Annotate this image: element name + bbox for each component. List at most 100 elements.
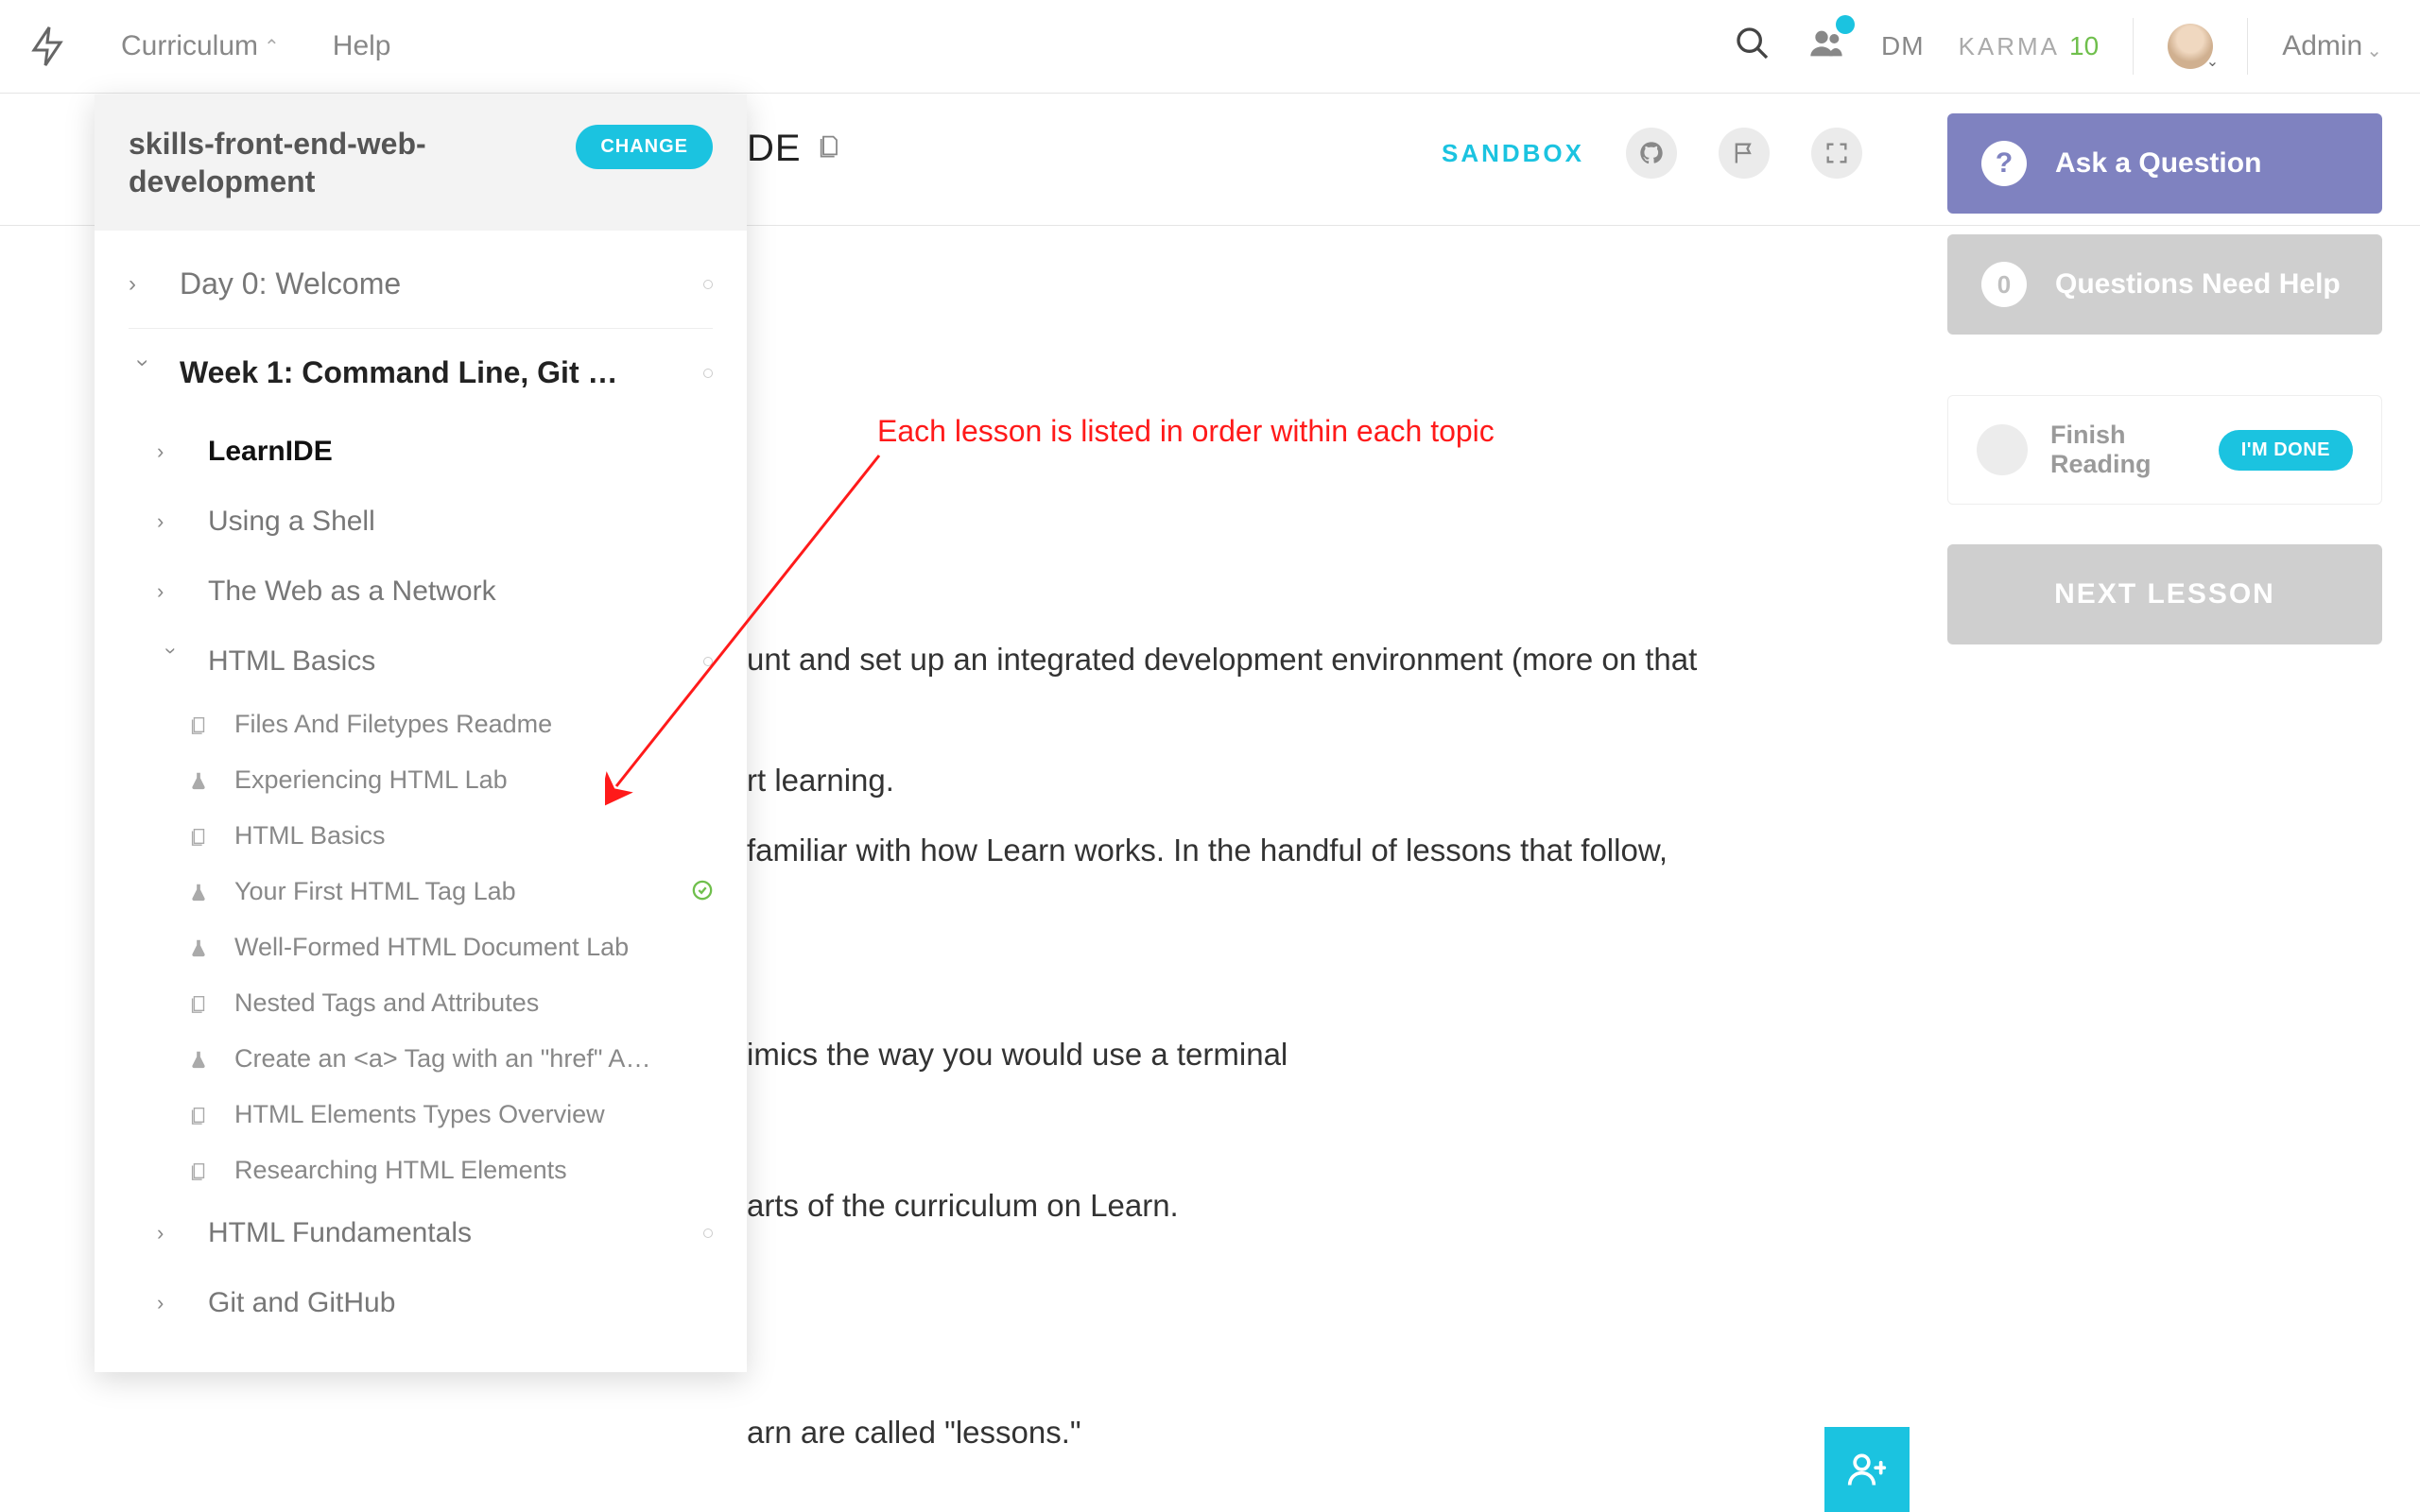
finish-reading-card: Finish Reading I'M DONE [1947,395,2382,505]
chevron-up-icon: ⌃ [264,35,280,59]
ask-label: Ask a Question [2055,147,2261,180]
topbar-right: DM KARMA 10 ⌄ Admin ⌄ [1734,18,2382,75]
flask-icon [185,1046,212,1073]
lesson-actions: SANDBOX [1442,128,1862,179]
flag-icon [1731,140,1757,166]
finish-text: Finish Reading [2050,421,2196,479]
flask-icon [185,879,212,905]
body-text: imics the way you would use a terminal [747,1030,1288,1080]
nav-help-label: Help [333,30,391,62]
nav-help[interactable]: Help [333,30,391,62]
flask-icon [185,767,212,794]
lesson-label: Files And Filetypes Readme [234,710,552,739]
check-icon [692,877,713,907]
annotation-arrow [605,437,908,815]
page-title: DE [747,128,802,170]
lesson-label: Create an <a> Tag with an "href" A… [234,1044,650,1074]
nav-links: Curriculum ⌃ Help [121,30,391,62]
topic-html-fundamentals[interactable]: › HTML Fundamentals [129,1198,713,1268]
chevron-right-icon: › [157,1291,185,1315]
nav-curriculum-label: Curriculum [121,30,258,62]
ask-question-button[interactable]: ? Ask a Question [1947,113,2382,214]
user-menu[interactable]: ⌄ [2168,24,2213,69]
expand-button[interactable] [1811,128,1862,179]
github-button[interactable] [1626,128,1677,179]
lesson-label: Your First HTML Tag Lab [234,877,516,906]
chat-button[interactable] [1824,1427,1910,1512]
book-icon [185,1102,212,1128]
lesson-item[interactable]: Well-Formed HTML Document Lab [129,919,713,975]
progress-circle [1977,424,2028,475]
chevron-right-icon: › [157,579,185,604]
divider [2247,18,2248,75]
lesson-item[interactable]: HTML Elements Types Overview [129,1087,713,1143]
flask-icon [185,935,212,961]
chevron-down-icon: ⌄ [2206,52,2219,71]
chevron-down-icon: › [159,647,183,676]
next-lesson-button[interactable]: NEXT LESSON [1947,544,2382,644]
section-week1[interactable]: › Week 1: Command Line, Git … [129,329,713,417]
progress-dot [703,280,713,289]
chevron-down-icon: ⌄ [2366,39,2382,62]
expand-icon [1824,140,1850,166]
chevron-right-icon: › [157,509,185,534]
panel-header: skills-front-end-web-development CHANGE [95,94,747,231]
topic-git-github[interactable]: › Git and GitHub [129,1268,713,1338]
nav-curriculum[interactable]: Curriculum ⌃ [121,30,280,62]
topbar: Curriculum ⌃ Help DM KARMA 10 ⌄ Admin ⌄ [0,0,2420,94]
body-text: arts of the curriculum on Learn. [747,1181,1179,1231]
help-count: 0 [1981,262,2027,307]
book-icon [817,132,843,165]
right-panel: ? Ask a Question 0 Questions Need Help F… [1947,113,2382,644]
track-title: skills-front-end-web-development [129,125,544,200]
logo[interactable] [0,0,95,94]
help-label: Questions Need Help [2055,268,2341,301]
section-day0[interactable]: › Day 0: Welcome [129,240,713,329]
section-label: Day 0: Welcome [180,266,401,301]
karma-value: 10 [2069,31,2099,61]
topic-label: Using a Shell [208,506,375,538]
chevron-right-icon: › [157,1221,185,1246]
lesson-label: Researching HTML Elements [234,1156,567,1185]
topic-label: Git and GitHub [208,1287,395,1319]
chevron-down-icon: › [130,359,156,387]
book-icon [185,990,212,1017]
chevron-right-icon: › [129,271,157,298]
im-done-button[interactable]: I'M DONE [2219,430,2353,471]
chat-icon [1846,1449,1888,1490]
body-text: arn are called "lessons." [747,1408,1081,1458]
sandbox-link[interactable]: SANDBOX [1442,139,1584,168]
body-text: familiar with how Learn works. In the ha… [747,826,1668,876]
lesson-item[interactable]: HTML Basics [129,808,713,864]
progress-dot [703,369,713,378]
flatiron-logo-icon [25,24,70,69]
dm-link[interactable]: DM [1881,31,1925,61]
lesson-label: HTML Elements Types Overview [234,1100,605,1129]
book-icon [185,1158,212,1184]
lesson-label: Nested Tags and Attributes [234,988,539,1018]
section-label: Week 1: Command Line, Git … [180,355,617,390]
topic-label: HTML Fundamentals [208,1217,472,1249]
search-icon [1734,25,1772,62]
lesson-item[interactable]: Researching HTML Elements [129,1143,713,1198]
admin-label: Admin [2282,30,2362,62]
topic-label: The Web as a Network [208,576,496,608]
lesson-item[interactable]: Nested Tags and Attributes [129,975,713,1031]
search-button[interactable] [1734,25,1772,69]
lesson-item[interactable]: Create an <a> Tag with an "href" A… [129,1031,713,1087]
notification-dot [1836,15,1855,34]
chevron-right-icon: › [157,439,185,464]
lesson-label: HTML Basics [234,821,386,850]
community-button[interactable] [1806,25,1847,69]
admin-link[interactable]: Admin ⌄ [2282,30,2382,62]
progress-dot [703,1228,713,1238]
change-track-button[interactable]: CHANGE [576,125,713,169]
lesson-label: Experiencing HTML Lab [234,765,508,795]
topic-label: HTML Basics [208,645,375,678]
questions-need-help-button[interactable]: 0 Questions Need Help [1947,234,2382,335]
flag-button[interactable] [1719,128,1770,179]
karma-display[interactable]: KARMA 10 [1959,31,2100,61]
lesson-item[interactable]: Your First HTML Tag Lab [129,864,713,919]
lesson-label: Well-Formed HTML Document Lab [234,933,629,962]
github-icon [1638,140,1665,166]
